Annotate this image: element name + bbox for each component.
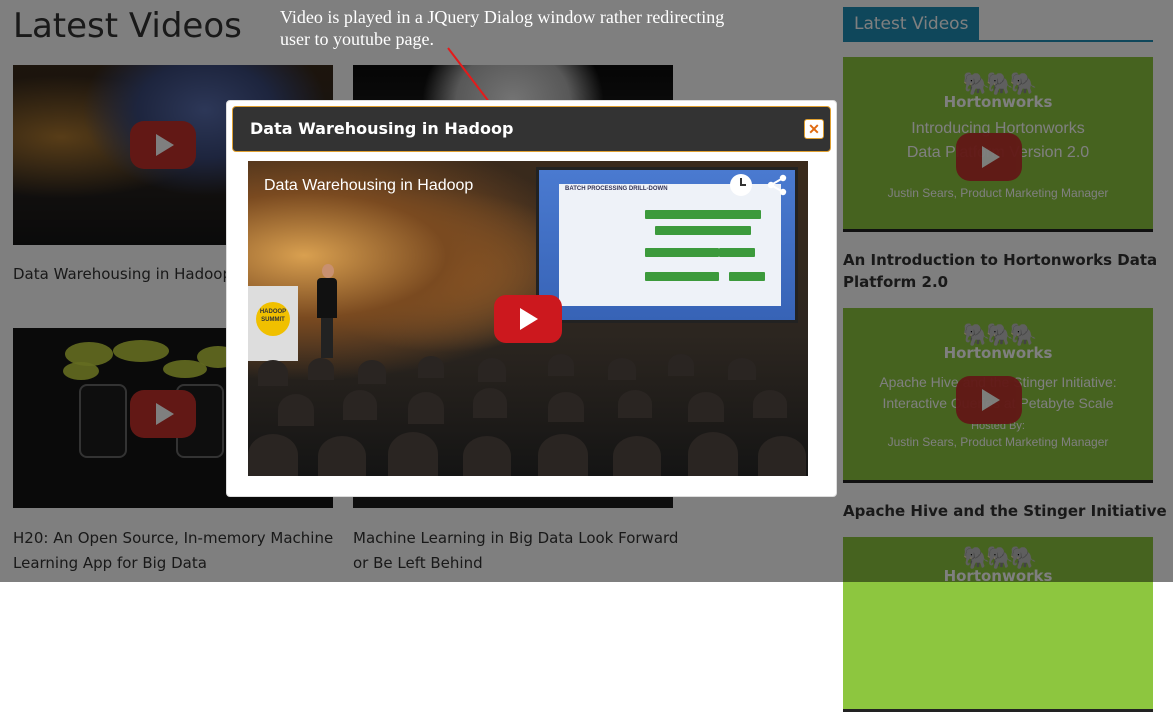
play-icon[interactable] <box>494 295 562 343</box>
hadoop-summit-logo: HADOOP SUMMIT <box>256 302 290 336</box>
dialog-title: Data Warehousing in Hadoop <box>250 119 514 138</box>
presentation-screen: BATCH PROCESSING DRILL-DOWN <box>536 167 798 323</box>
annotation-line: Video is played in a JQuery Dialog windo… <box>280 7 725 27</box>
youtube-player[interactable]: BATCH PROCESSING DRILL-DOWN HADOOP SUMMI… <box>248 161 808 476</box>
video-dialog: Data Warehousing in Hadoop ✕ BATCH PROCE… <box>226 100 837 497</box>
slide-title: BATCH PROCESSING DRILL-DOWN <box>565 186 668 192</box>
share-icon[interactable] <box>766 174 788 196</box>
annotation-text: Video is played in a JQuery Dialog windo… <box>280 6 820 50</box>
watch-later-icon[interactable] <box>730 174 752 196</box>
close-icon[interactable]: ✕ <box>804 119 824 139</box>
audience <box>248 336 808 476</box>
dialog-titlebar[interactable]: Data Warehousing in Hadoop ✕ <box>232 106 831 152</box>
annotation-line: user to youtube page. <box>280 29 434 49</box>
player-video-title[interactable]: Data Warehousing in Hadoop <box>264 177 473 195</box>
